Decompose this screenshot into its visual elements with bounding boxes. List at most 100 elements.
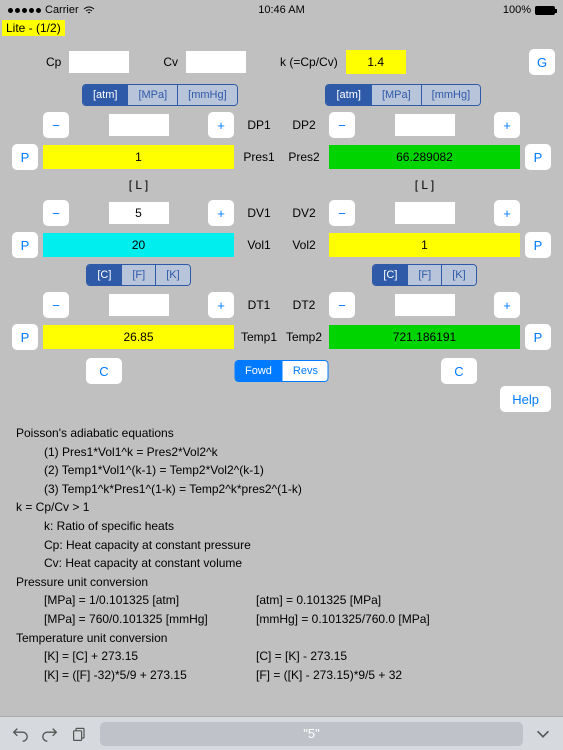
vol1-label: Vol1 (239, 238, 279, 252)
c-button-right[interactable]: C (441, 358, 477, 384)
pres2-label: Pres2 (284, 150, 324, 164)
notes-h1: Poisson's adiabatic equations (16, 424, 547, 443)
temp2-value: 721.186191 (329, 325, 520, 349)
unit-mmhg-right[interactable]: [mmHg] (422, 85, 481, 105)
status-right: 100% (503, 4, 555, 16)
dv2-label: DV2 (284, 206, 324, 220)
carrier-label: Carrier (45, 4, 79, 16)
lite-tag: Lite - (1/2) (2, 20, 65, 36)
dv2-minus[interactable]: − (329, 200, 355, 226)
signal-dots (8, 8, 41, 13)
bottom-toolbar: "5" (0, 716, 563, 750)
unit-mpa-right[interactable]: [MPa] (372, 85, 422, 105)
direction-revs[interactable]: Revs (283, 361, 328, 381)
dp2-plus[interactable]: + (494, 112, 520, 138)
temp1-value: 26.85 (43, 325, 234, 349)
unit-k-right[interactable]: [K] (442, 265, 475, 285)
dv2-input[interactable] (395, 202, 455, 224)
temp2-p-button[interactable]: P (525, 324, 551, 350)
dt1-minus[interactable]: − (43, 292, 69, 318)
pressure-units-left[interactable]: [atm] [MPa] [mmHg] (82, 84, 238, 106)
battery-icon (535, 6, 555, 15)
wifi-icon (83, 6, 95, 15)
undo-icon[interactable] (10, 724, 30, 744)
vol-unit-right: [ L ] (329, 176, 520, 194)
status-left: Carrier (8, 4, 95, 16)
dv1-plus[interactable]: + (208, 200, 234, 226)
notes-t1b: [C] = [K] - 273.15 (256, 647, 547, 666)
notes-h3: Pressure unit conversion (16, 573, 547, 592)
unit-mmhg-left[interactable]: [mmHg] (178, 85, 237, 105)
redo-icon[interactable] (40, 724, 60, 744)
pres2-p-button[interactable]: P (525, 144, 551, 170)
dv1-label: DV1 (239, 206, 279, 220)
notes-k2: Cp: Heat capacity at constant pressure (16, 536, 547, 555)
notes-h2: k = Cp/Cv > 1 (16, 498, 547, 517)
direction-fowd[interactable]: Fowd (235, 361, 283, 381)
status-time: 10:46 AM (258, 4, 304, 16)
dp1-minus[interactable]: − (43, 112, 69, 138)
temp1-p-button[interactable]: P (12, 324, 38, 350)
vol2-value: 1 (329, 233, 520, 257)
k-value: 1.4 (346, 50, 406, 74)
equations-notes: Poisson's adiabatic equations (1) Pres1*… (12, 418, 551, 690)
dt1-plus[interactable]: + (208, 292, 234, 318)
dt2-minus[interactable]: − (329, 292, 355, 318)
dt2-input[interactable] (395, 294, 455, 316)
notes-k3: Cv: Heat capacity at constant volume (16, 554, 547, 573)
direction-segment[interactable]: Fowd Revs (234, 360, 329, 382)
notes-t1a: [K] = [C] + 273.15 (16, 647, 256, 666)
unit-c-left[interactable]: [C] (87, 265, 122, 285)
unit-mpa-left[interactable]: [MPa] (128, 85, 178, 105)
notes-p2a: [MPa] = 760/0.101325 [mmHg] (16, 610, 256, 629)
notes-k1: k: Ratio of specific heats (16, 517, 547, 536)
help-button[interactable]: Help (500, 386, 551, 412)
dp1-input[interactable] (109, 114, 169, 136)
dt2-plus[interactable]: + (494, 292, 520, 318)
pres1-p-button[interactable]: P (12, 144, 38, 170)
vol1-p-button[interactable]: P (12, 232, 38, 258)
c-button-left[interactable]: C (86, 358, 122, 384)
temp-units-right[interactable]: [C] [F] [K] (372, 264, 476, 286)
dv1-minus[interactable]: − (43, 200, 69, 226)
cp-label: Cp (46, 55, 61, 69)
unit-k-left[interactable]: [K] (156, 265, 189, 285)
notes-t2b: [F] = ([K] - 273.15)*9/5 + 32 (256, 666, 547, 685)
unit-c-right[interactable]: [C] (373, 265, 408, 285)
dp1-label: DP1 (239, 118, 279, 132)
notes-t2a: [K] = ([F] -32)*5/9 + 273.15 (16, 666, 256, 685)
pres1-value: 1 (43, 145, 234, 169)
dp2-input[interactable] (395, 114, 455, 136)
collapse-icon[interactable] (533, 724, 553, 744)
notes-e3: (3) Temp1^k*Pres1^(1-k) = Temp2^k*pres2^… (16, 480, 547, 499)
dp1-plus[interactable]: + (208, 112, 234, 138)
pres2-value: 66.289082 (329, 145, 520, 169)
vol1-value: 20 (43, 233, 234, 257)
dp2-minus[interactable]: − (329, 112, 355, 138)
temp-units-left[interactable]: [C] [F] [K] (86, 264, 190, 286)
vol2-label: Vol2 (284, 238, 324, 252)
dv1-input[interactable] (109, 202, 169, 224)
status-bar: Carrier 10:46 AM 100% (0, 0, 563, 18)
battery-pct: 100% (503, 4, 531, 16)
dp2-label: DP2 (284, 118, 324, 132)
bottom-input-display[interactable]: "5" (100, 722, 523, 746)
pres1-label: Pres1 (239, 150, 279, 164)
unit-atm-left[interactable]: [atm] (83, 85, 128, 105)
dt2-label: DT2 (284, 298, 324, 312)
g-button[interactable]: G (529, 49, 555, 75)
cv-input[interactable] (186, 51, 246, 73)
cp-input[interactable] (69, 51, 129, 73)
unit-atm-right[interactable]: [atm] (326, 85, 371, 105)
dt1-input[interactable] (109, 294, 169, 316)
temp2-label: Temp2 (284, 330, 324, 344)
unit-f-right[interactable]: [F] (408, 265, 442, 285)
notes-e2: (2) Temp1*Vol1^(k-1) = Temp2*Vol2^(k-1) (16, 461, 547, 480)
vol2-p-button[interactable]: P (525, 232, 551, 258)
notes-p1b: [atm] = 0.101325 [MPa] (256, 591, 547, 610)
copy-icon[interactable] (70, 724, 90, 744)
temp1-label: Temp1 (239, 330, 279, 344)
dv2-plus[interactable]: + (494, 200, 520, 226)
unit-f-left[interactable]: [F] (122, 265, 156, 285)
pressure-units-right[interactable]: [atm] [MPa] [mmHg] (325, 84, 481, 106)
